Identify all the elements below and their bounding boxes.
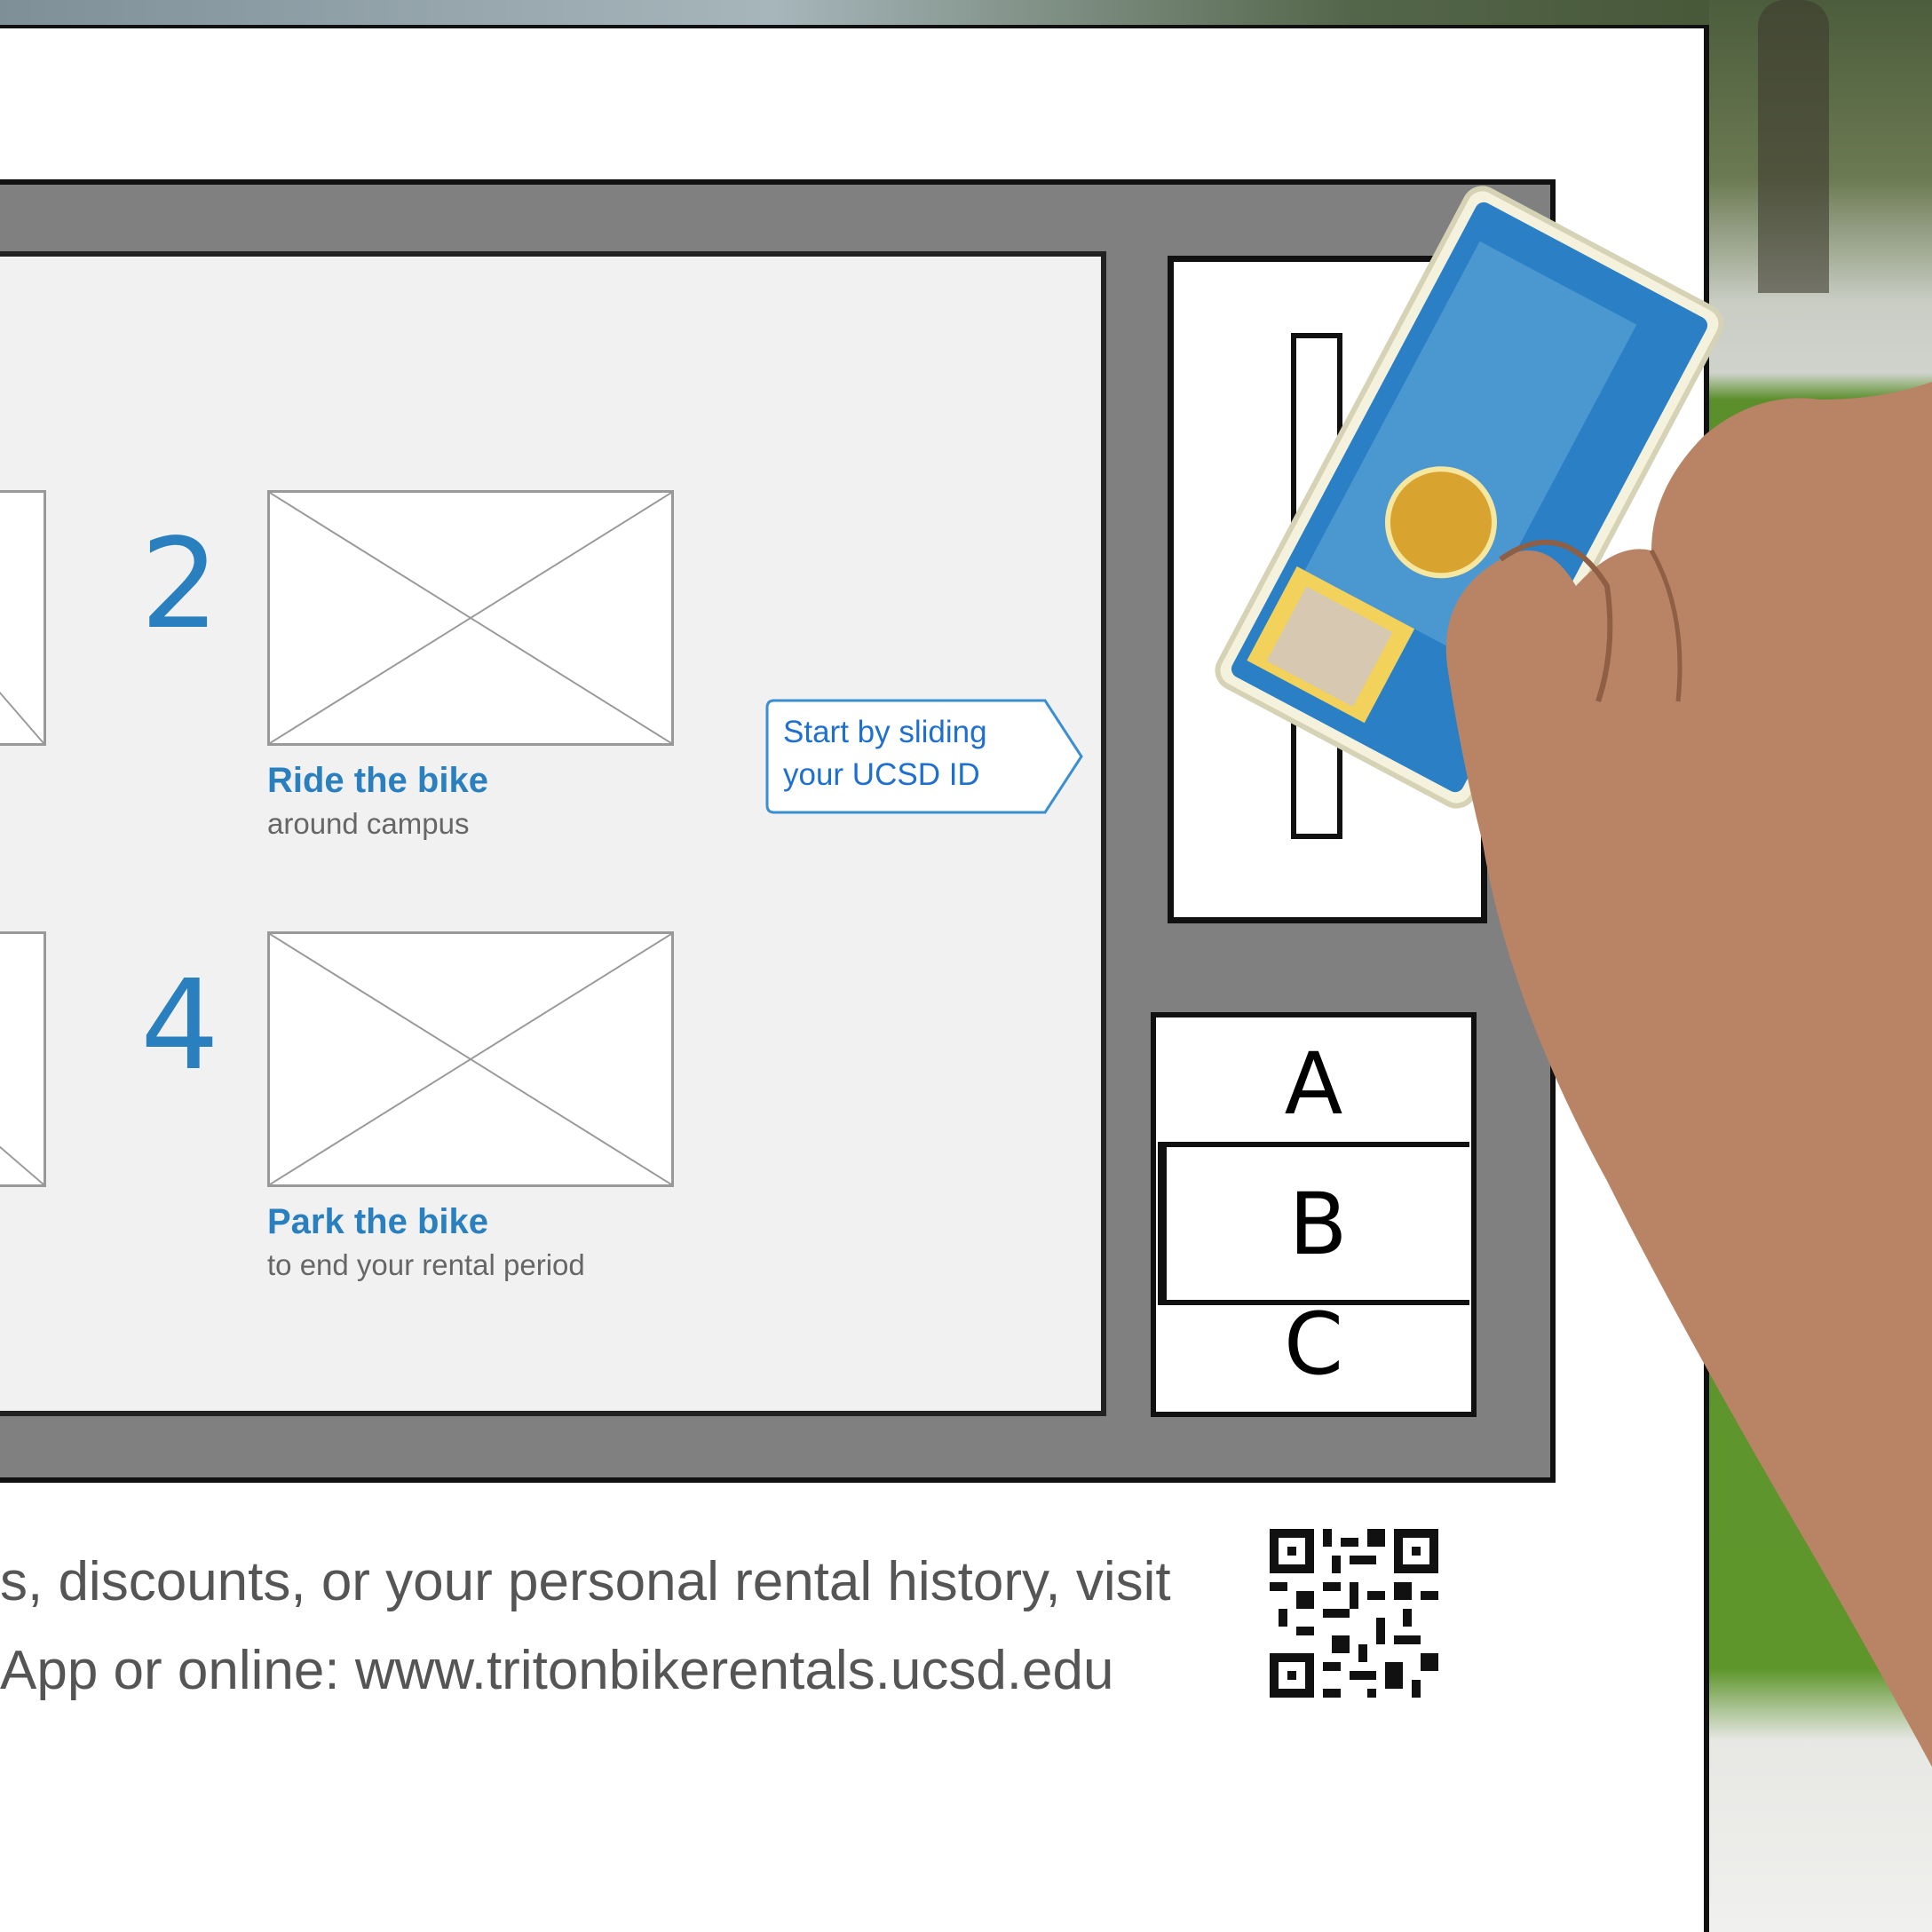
callout-text: Start by sliding your UCSD ID [783, 715, 987, 792]
kiosk-screen: 2 Ride the bike around campus 4 Park the… [0, 251, 1106, 1416]
step-4-title: Park the bike [267, 1202, 489, 1241]
step-3-image-placeholder [0, 931, 46, 1187]
hand-graphic [1445, 382, 1932, 1767]
step-2-number: 2 [140, 512, 220, 657]
image-placeholder-icon [270, 493, 671, 743]
footer-info: s, discounts, or your personal rental hi… [0, 1538, 1171, 1715]
hand-holding-card [1385, 382, 1932, 1785]
step-4-subtitle: to end your rental period [267, 1248, 585, 1281]
image-placeholder-icon [0, 1145, 44, 1184]
swipe-id-callout: Start by sliding your UCSD ID [765, 699, 1085, 814]
step-2-title: Ride the bike [267, 761, 488, 800]
kiosk-frame: 2 Ride the bike around campus 4 Park the… [0, 179, 1556, 1483]
image-placeholder-icon [0, 691, 44, 743]
image-placeholder-icon [270, 934, 671, 1184]
step-4-image-placeholder [267, 931, 674, 1187]
step-1-image-placeholder [0, 490, 46, 746]
step-4-number: 4 [140, 954, 220, 1098]
step-2-image-placeholder [267, 490, 674, 746]
footer-line-1: s, discounts, or your personal rental hi… [0, 1551, 1171, 1612]
footer-line-2[interactable]: App or online: www.tritonbikerentals.ucs… [0, 1627, 1171, 1715]
background-tree [1758, 0, 1829, 293]
step-2-subtitle: around campus [267, 807, 470, 840]
